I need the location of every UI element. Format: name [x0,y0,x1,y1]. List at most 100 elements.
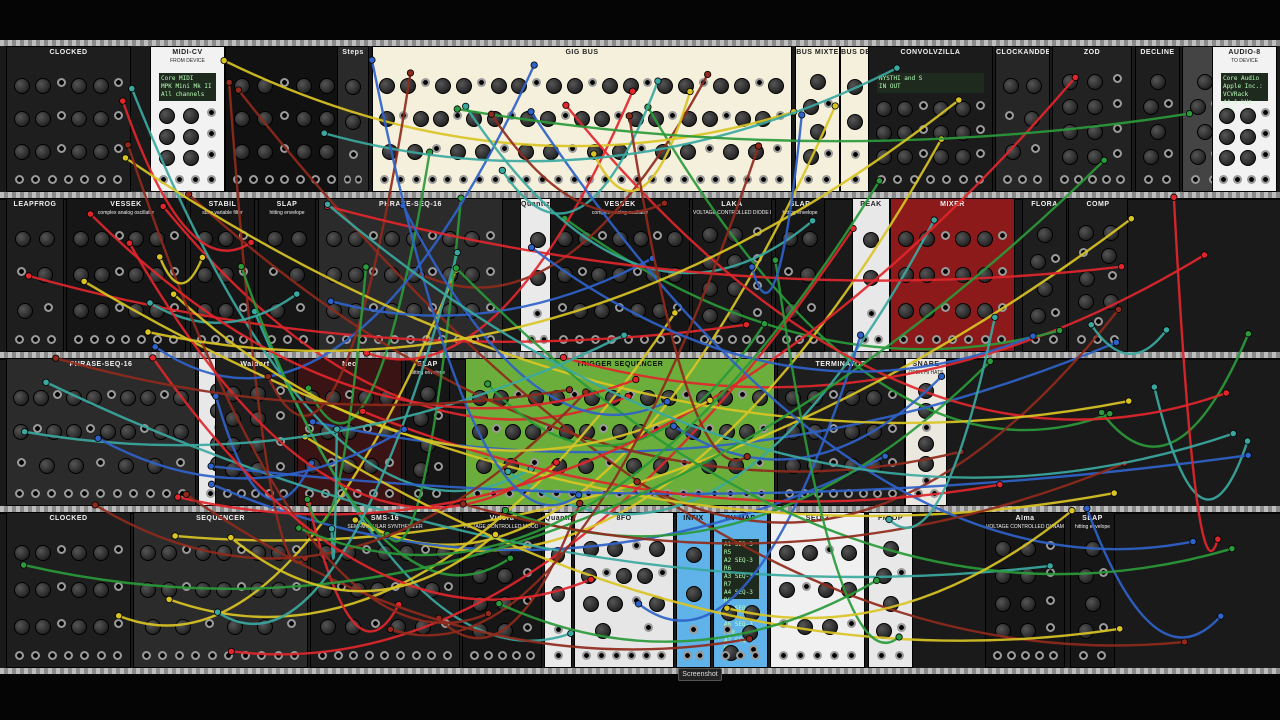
cable-plug[interactable] [156,253,164,261]
cable-plug[interactable] [1217,612,1225,620]
cable-plug[interactable] [1112,338,1120,347]
cable-plug[interactable] [1150,383,1158,391]
cable-plug[interactable] [1116,625,1124,633]
cable-plug[interactable] [146,299,154,307]
cable-plug[interactable] [1244,451,1252,459]
cable-plug[interactable] [484,380,492,388]
cable-plug[interactable] [632,375,640,384]
patch-cable[interactable] [158,255,204,285]
cable-plug[interactable] [760,320,769,328]
cable-plug[interactable] [671,309,679,317]
cable-plug[interactable] [171,532,179,540]
cable-plug[interactable] [559,353,568,362]
cable-plug[interactable] [745,635,754,643]
cable-plug[interactable] [207,462,215,470]
cable-plug[interactable] [124,141,132,149]
cable-plug[interactable] [1189,537,1197,546]
cable-plug[interactable] [504,467,512,476]
patch-cable[interactable] [266,71,412,418]
cable-plug[interactable] [1127,215,1135,223]
cable-plug[interactable] [625,112,633,120]
patch-cable[interactable] [592,90,692,193]
cable-plug[interactable] [121,154,130,162]
cable-plug[interactable] [323,200,332,208]
patch-cable[interactable] [529,110,1195,551]
cable-plug[interactable] [1068,507,1076,515]
cable-plug[interactable] [20,561,28,569]
cable-plug[interactable] [893,64,901,72]
cable-plug[interactable] [327,297,335,305]
cable-plug[interactable] [91,501,99,509]
cable-plug[interactable] [491,530,500,539]
cable-plug[interactable] [1229,429,1237,438]
cable-plug[interactable] [351,516,359,524]
cable-plug[interactable] [530,61,538,69]
cable-plug[interactable] [400,425,408,433]
cable-plug[interactable] [527,243,536,252]
cable-plug[interactable] [1170,193,1178,201]
cable-plug[interactable] [857,331,865,339]
cable-plug[interactable] [1222,389,1230,397]
cable-plug[interactable] [986,357,994,365]
cable-plug[interactable] [495,599,503,608]
cable-plug[interactable] [628,87,637,95]
cable-plug[interactable] [1056,326,1064,335]
cable-plug[interactable] [748,263,756,271]
cable-plug[interactable] [386,625,395,633]
cable-plug[interactable] [362,263,370,271]
cable-plug[interactable] [115,612,123,620]
cable-plug[interactable] [293,290,301,298]
cable-plug[interactable] [873,576,881,585]
cable-plug[interactable] [119,97,127,105]
cable-plug[interactable] [86,210,94,218]
cable-plug[interactable] [634,600,643,608]
cable-plug[interactable] [368,56,376,64]
cable-plug[interactable] [590,150,598,158]
cable-plug[interactable] [303,495,311,504]
cable-plug[interactable] [723,604,731,612]
patch-cable[interactable] [184,493,751,651]
cable-plug[interactable] [742,321,750,329]
cable-plug[interactable] [663,398,671,406]
cable-plug[interactable] [1071,73,1079,81]
cable-plug[interactable] [633,478,641,486]
cable-plug[interactable] [654,77,662,85]
cable-plug[interactable] [562,101,570,109]
cable-plug[interactable] [955,96,963,104]
cable-plug[interactable] [151,343,159,351]
cable-plug[interactable] [207,480,216,488]
cable-plug[interactable] [576,499,584,507]
cable-plug[interactable] [575,491,583,499]
cable-plug[interactable] [552,458,560,466]
patch-cable[interactable] [774,258,901,644]
patch-cable[interactable] [456,107,1191,143]
cable-plug[interactable] [1083,504,1091,513]
cable-plug[interactable] [587,575,595,584]
cable-plug[interactable] [1125,397,1133,405]
cable-plug[interactable] [881,452,889,460]
cable-plug[interactable] [1117,263,1126,271]
cable-plug[interactable] [771,256,780,264]
cable-plug[interactable] [25,272,33,280]
patch-cable[interactable] [27,274,748,343]
cable-plug[interactable] [144,328,152,336]
cable-plug[interactable] [895,633,903,641]
cable-plug[interactable] [498,166,506,174]
cable-plug[interactable] [149,354,157,362]
cable-plug[interactable] [20,428,29,436]
cable-plug[interactable] [304,384,313,392]
cable-plug[interactable] [996,481,1004,489]
cable-plug[interactable] [220,56,228,65]
patch-cable[interactable] [229,533,497,593]
cable-plug[interactable] [484,609,493,618]
cable-plug[interactable] [487,110,495,118]
cable-plug[interactable] [453,105,461,113]
cable-plug[interactable] [506,554,514,562]
cable-plug[interactable] [670,422,678,430]
cable-plug[interactable] [128,84,136,93]
cable-plug[interactable] [930,216,938,224]
cable-plug[interactable] [1098,408,1106,417]
cable-plug[interactable] [213,608,222,616]
cable-plug[interactable] [165,595,173,603]
cable-plug[interactable] [798,111,806,119]
